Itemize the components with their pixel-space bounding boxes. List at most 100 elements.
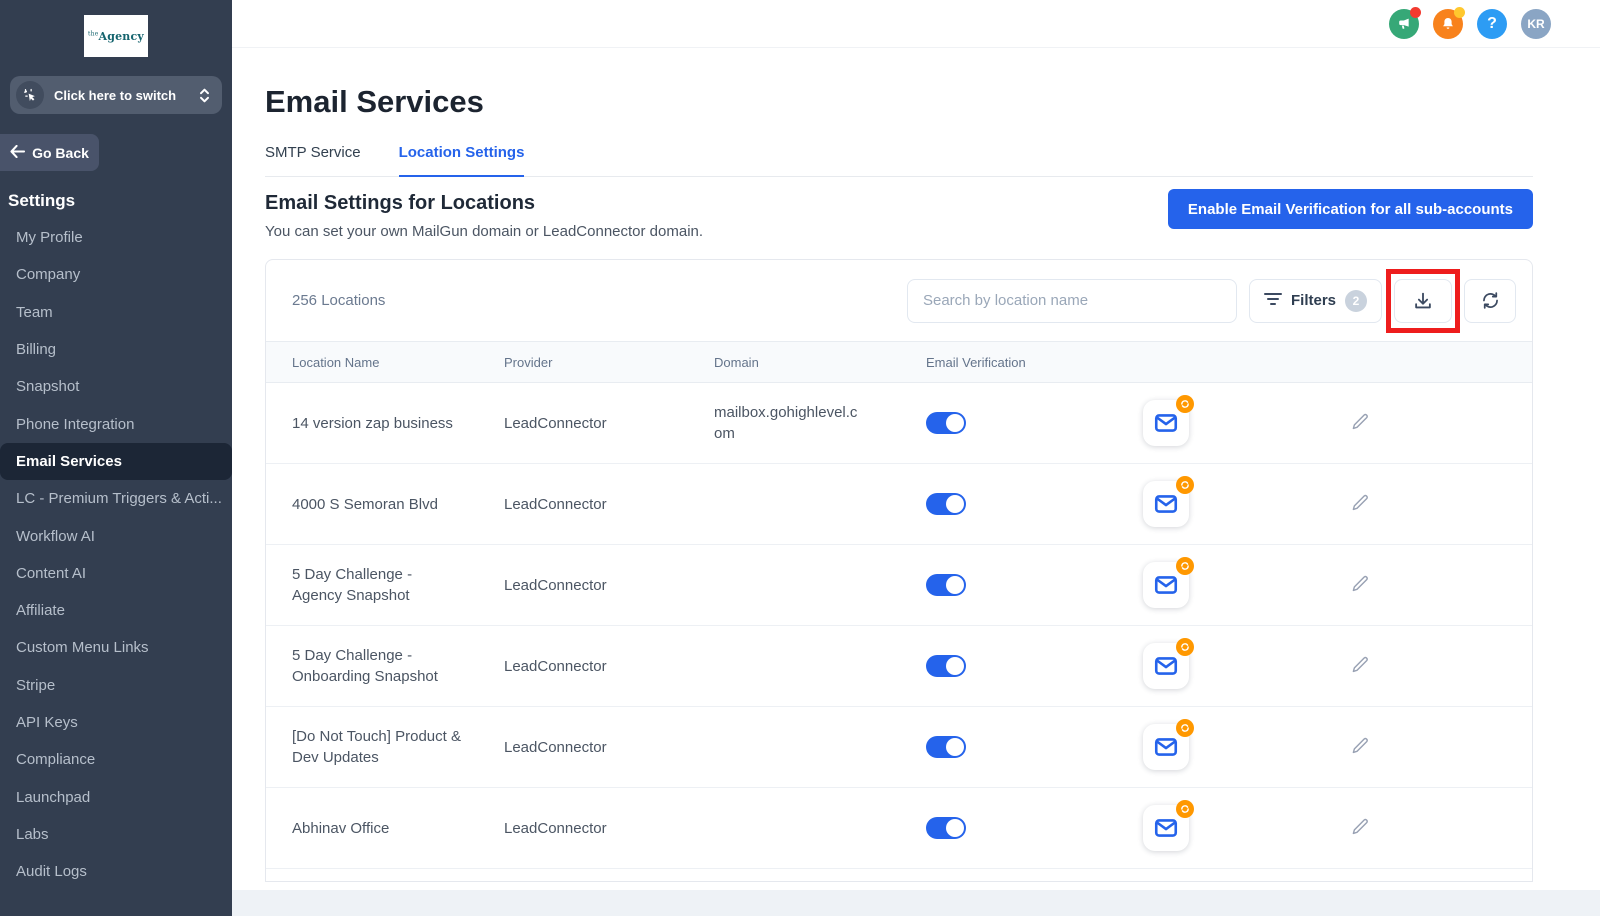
tab-location-settings[interactable]: Location Settings bbox=[399, 144, 525, 177]
domain-cell: mailbox.gohighlevel.com bbox=[714, 402, 864, 444]
page-title: Email Services bbox=[265, 84, 1533, 120]
notifications-button[interactable] bbox=[1433, 9, 1463, 39]
tabs: SMTP Service Location Settings bbox=[265, 144, 1533, 177]
email-provider-button[interactable] bbox=[1143, 805, 1189, 851]
envelope-icon bbox=[1153, 410, 1179, 436]
edit-icon[interactable] bbox=[1351, 412, 1370, 431]
location-name: 5 Day Challenge - Agency Snapshot bbox=[292, 564, 462, 606]
enable-email-verification-button[interactable]: Enable Email Verification for all sub-ac… bbox=[1168, 189, 1533, 229]
announcement-button[interactable] bbox=[1389, 9, 1419, 39]
sidebar-item-launchpad[interactable]: Launchpad bbox=[0, 778, 232, 815]
switch-account-button[interactable]: Click here to switch bbox=[10, 76, 222, 114]
location-name: 14 version zap business bbox=[292, 413, 462, 434]
envelope-icon bbox=[1153, 572, 1179, 598]
download-icon bbox=[1412, 290, 1434, 312]
toggle-knob bbox=[946, 495, 964, 513]
sync-badge-icon bbox=[1176, 476, 1194, 494]
edit-icon[interactable] bbox=[1351, 574, 1370, 593]
provider-cell: LeadConnector bbox=[504, 496, 714, 513]
table-body: 14 version zap business LeadConnector ma… bbox=[266, 383, 1532, 869]
settings-heading: Settings bbox=[8, 191, 75, 211]
envelope-icon bbox=[1153, 491, 1179, 517]
sidebar-item-label: Workflow AI bbox=[16, 528, 95, 545]
email-verification-toggle[interactable] bbox=[926, 574, 966, 596]
sidebar-item-api-keys[interactable]: API Keys bbox=[0, 704, 232, 741]
sidebar-item-lc-premium-triggers-acti[interactable]: LC - Premium Triggers & Acti... bbox=[0, 480, 232, 517]
provider-cell: LeadConnector bbox=[504, 820, 714, 837]
topbar: ? KR bbox=[232, 0, 1600, 48]
sidebar-item-billing[interactable]: Billing bbox=[0, 331, 232, 368]
email-provider-button[interactable] bbox=[1143, 643, 1189, 689]
sidebar-item-custom-menu-links[interactable]: Custom Menu Links bbox=[0, 629, 232, 666]
sidebar-item-workflow-ai[interactable]: Workflow AI bbox=[0, 517, 232, 554]
switch-account-label: Click here to switch bbox=[54, 88, 199, 103]
cursor-click-icon bbox=[16, 81, 44, 109]
sidebar-item-stripe[interactable]: Stripe bbox=[0, 667, 232, 704]
email-verification-toggle[interactable] bbox=[926, 736, 966, 758]
email-verification-toggle[interactable] bbox=[926, 412, 966, 434]
section-header: Email Settings for Locations You can set… bbox=[265, 192, 1533, 240]
toggle-knob bbox=[946, 819, 964, 837]
col-provider: Provider bbox=[504, 355, 714, 370]
sidebar-item-label: Content AI bbox=[16, 565, 86, 582]
edit-icon[interactable] bbox=[1351, 655, 1370, 674]
sidebar-item-label: Affiliate bbox=[16, 602, 65, 619]
sync-badge-icon bbox=[1176, 557, 1194, 575]
refresh-icon bbox=[1480, 290, 1501, 311]
sidebar-item-label: Snapshot bbox=[16, 378, 79, 395]
email-provider-button[interactable] bbox=[1143, 400, 1189, 446]
sidebar-item-my-profile[interactable]: My Profile bbox=[0, 219, 232, 256]
download-button[interactable] bbox=[1394, 279, 1452, 323]
table-row: 5 Day Challenge - Onboarding Snapshot Le… bbox=[266, 626, 1532, 707]
edit-icon[interactable] bbox=[1351, 493, 1370, 512]
sidebar-item-phone-integration[interactable]: Phone Integration bbox=[0, 405, 232, 442]
chevron-up-down-icon bbox=[199, 87, 210, 104]
email-verification-toggle[interactable] bbox=[926, 655, 966, 677]
agency-logo: theAgency bbox=[84, 15, 148, 57]
sidebar-item-label: API Keys bbox=[16, 714, 78, 731]
sidebar-item-email-services[interactable]: Email Services bbox=[0, 443, 232, 480]
toggle-knob bbox=[946, 576, 964, 594]
refresh-button[interactable] bbox=[1464, 279, 1516, 323]
help-button[interactable]: ? bbox=[1477, 9, 1507, 39]
edit-icon[interactable] bbox=[1351, 817, 1370, 836]
sidebar-item-label: Team bbox=[16, 304, 53, 321]
go-back-button[interactable]: Go Back bbox=[0, 134, 99, 171]
filter-lines-icon bbox=[1264, 292, 1282, 310]
locations-count: 256 Locations bbox=[292, 292, 907, 309]
tab-smtp-service[interactable]: SMTP Service bbox=[265, 144, 361, 176]
location-name: Abhinav Office bbox=[292, 818, 462, 839]
section-heading: Email Settings for Locations bbox=[265, 192, 703, 215]
sidebar-item-compliance[interactable]: Compliance bbox=[0, 741, 232, 778]
sidebar-item-snapshot[interactable]: Snapshot bbox=[0, 368, 232, 405]
notifications-badge bbox=[1454, 7, 1465, 18]
sidebar-item-content-ai[interactable]: Content AI bbox=[0, 555, 232, 592]
main-area: ? KR Email Services SMTP Service Locatio… bbox=[232, 0, 1600, 916]
section-subheading: You can set your own MailGun domain or L… bbox=[265, 223, 703, 240]
email-provider-button[interactable] bbox=[1143, 724, 1189, 770]
sidebar-item-label: Billing bbox=[16, 341, 56, 358]
email-provider-button[interactable] bbox=[1143, 481, 1189, 527]
toolbar-actions: Filters 2 bbox=[907, 279, 1516, 323]
bell-icon bbox=[1440, 16, 1456, 32]
back-arrow-icon bbox=[10, 145, 25, 161]
sidebar-item-label: Compliance bbox=[16, 751, 95, 768]
sidebar-item-company[interactable]: Company bbox=[0, 256, 232, 293]
sidebar-item-team[interactable]: Team bbox=[0, 294, 232, 331]
email-provider-button[interactable] bbox=[1143, 562, 1189, 608]
sidebar-item-audit-logs[interactable]: Audit Logs bbox=[0, 853, 232, 890]
toggle-knob bbox=[946, 414, 964, 432]
search-input[interactable] bbox=[907, 279, 1237, 323]
filters-button[interactable]: Filters 2 bbox=[1249, 279, 1382, 323]
megaphone-icon bbox=[1396, 16, 1412, 32]
email-verification-toggle[interactable] bbox=[926, 817, 966, 839]
sidebar-item-labs[interactable]: Labs bbox=[0, 816, 232, 853]
user-avatar[interactable]: KR bbox=[1521, 9, 1551, 39]
provider-cell: LeadConnector bbox=[504, 415, 714, 432]
sidebar-item-affiliate[interactable]: Affiliate bbox=[0, 592, 232, 629]
email-verification-toggle[interactable] bbox=[926, 493, 966, 515]
location-name: [Do Not Touch] Product & Dev Updates bbox=[292, 726, 462, 768]
edit-icon[interactable] bbox=[1351, 736, 1370, 755]
sidebar-item-label: LC - Premium Triggers & Acti... bbox=[16, 490, 222, 507]
announcement-badge bbox=[1410, 7, 1421, 18]
